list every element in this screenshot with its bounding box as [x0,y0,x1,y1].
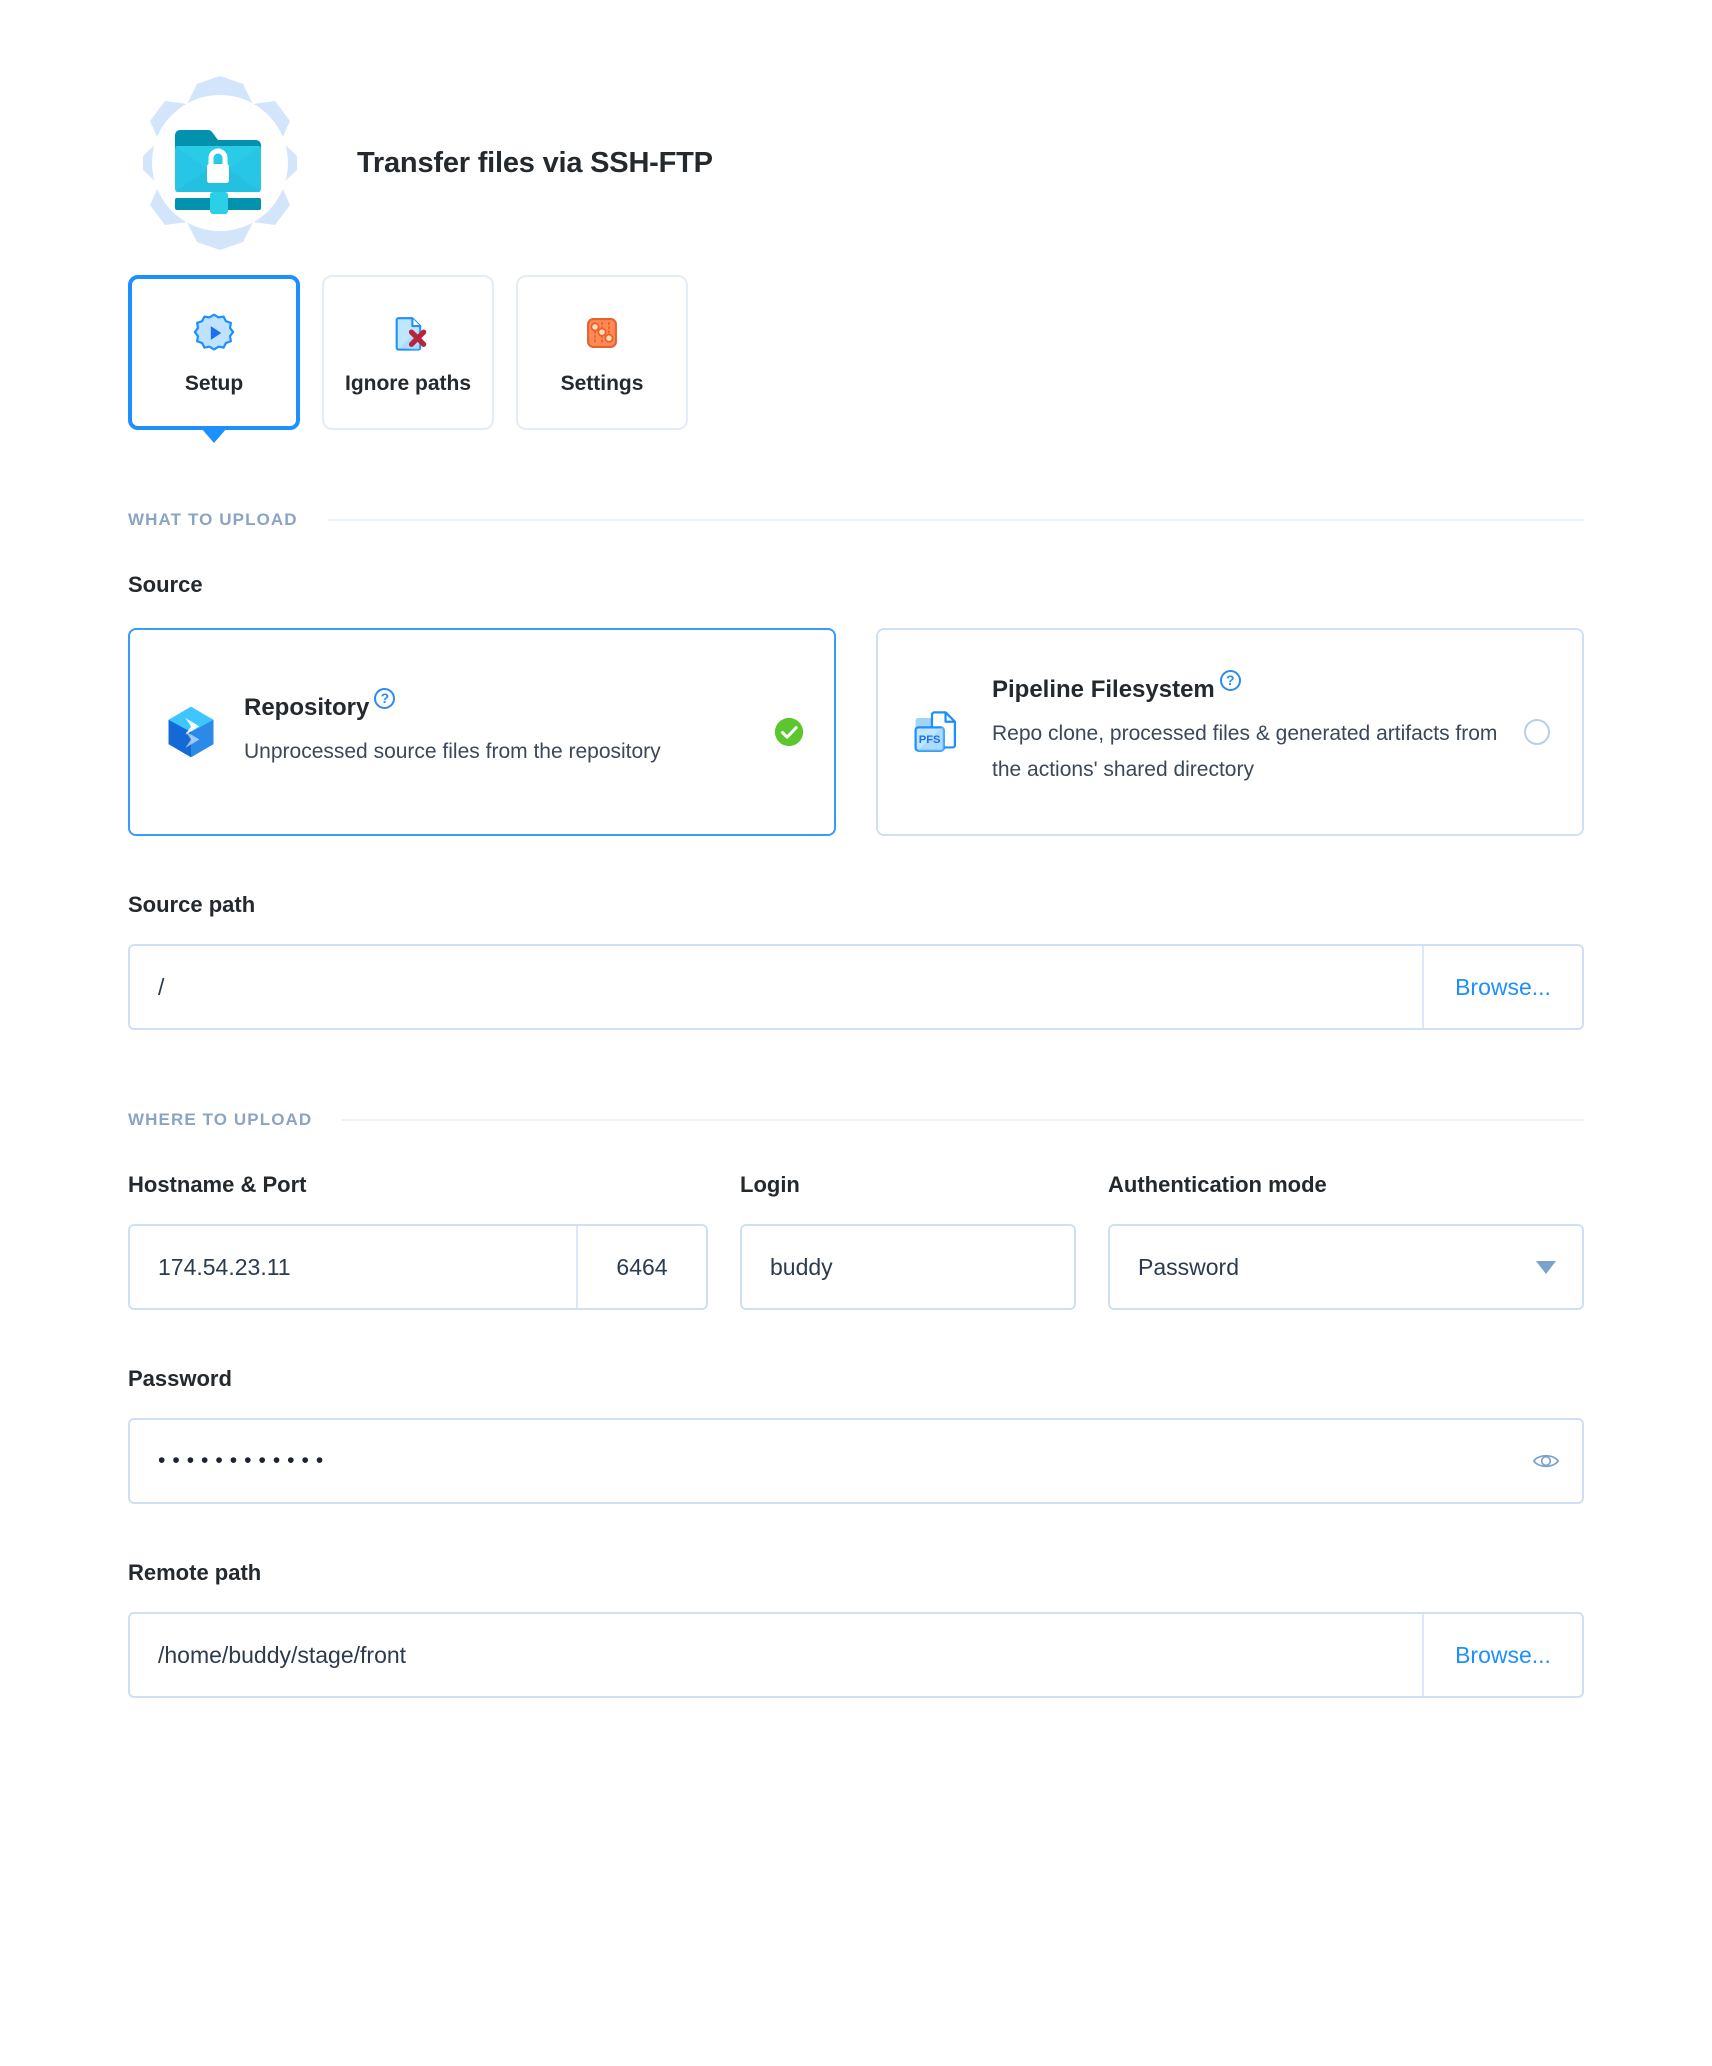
connection-labels-row: Hostname & Port Login Authentication mod… [0,1172,1712,1198]
auth-mode-group: Password [1108,1224,1584,1310]
login-group: buddy [740,1224,1076,1310]
login-label: Login [740,1172,1076,1198]
remote-path-input-group: /home/buddy/stage/front Browse... [128,1612,1584,1698]
green-check-icon [772,716,806,748]
source-label: Source [0,572,1712,598]
remote-path-browse-button[interactable]: Browse... [1422,1614,1582,1696]
action-config-page: Transfer files via SSH-FTP Setup [0,0,1712,2066]
tab-ignore-paths-label: Ignore paths [345,372,471,396]
source-path-input-group: / Browse... [128,944,1584,1030]
source-option-pipeline-filesystem-description: Repo clone, processed files & generated … [992,722,1497,781]
play-badge-icon [191,310,237,356]
page-title: Transfer files via SSH-FTP [357,147,713,180]
auth-mode-value: Password [1138,1254,1536,1281]
tab-setup[interactable]: Setup [128,275,300,430]
ssh-ftp-folder-lock-gear-icon [125,68,315,258]
source-option-pipeline-filesystem[interactable]: PFS Pipeline Filesystem ? Repo clone, pr… [876,628,1584,836]
source-option-pipeline-filesystem-title: Pipeline Filesystem [992,676,1215,704]
pfs-folder-icon: PFS [908,701,970,763]
file-remove-icon [385,310,431,356]
login-input[interactable]: buddy [742,1226,1074,1308]
tab-setup-label: Setup [185,372,243,396]
source-path-label: Source path [0,892,1712,918]
password-label: Password [0,1366,1712,1392]
source-path-input[interactable]: / [130,946,1422,1028]
source-option-repository-title: Repository [244,694,369,722]
remote-path-row: /home/buddy/stage/front Browse... [0,1612,1712,1698]
login-input-group: buddy [740,1224,1076,1310]
section-what-to-upload: WHAT TO UPLOAD [0,510,1712,530]
source-option-pipeline-filesystem-body: Pipeline Filesystem ? Repo clone, proces… [992,676,1520,788]
password-input[interactable]: •••••••••••• [130,1420,1510,1502]
source-option-repository-body: Repository ? Unprocessed source files fr… [244,694,772,770]
source-path-row: / Browse... [0,944,1712,1030]
connection-fields-row: 174.54.23.11 6464 buddy Password [0,1224,1712,1310]
tab-settings-label: Settings [561,372,644,396]
remote-path-label: Remote path [0,1560,1712,1586]
auth-mode-label: Authentication mode [1108,1172,1584,1198]
password-row: •••••••••••• [0,1418,1712,1504]
svg-text:PFS: PFS [919,734,941,746]
section-divider [342,1119,1584,1121]
hostname-port-label: Hostname & Port [128,1172,708,1198]
source-option-repository-description: Unprocessed source files from the reposi… [244,740,661,763]
eye-icon[interactable] [1510,1420,1582,1502]
help-icon[interactable]: ? [374,688,395,709]
tab-ignore-paths[interactable]: Ignore paths [322,275,494,430]
source-path-browse-button[interactable]: Browse... [1422,946,1582,1028]
section-where-to-upload: WHERE TO UPLOAD [0,1110,1712,1130]
hostname-port-input-group: 174.54.23.11 6464 [128,1224,708,1310]
repository-gem-icon [160,701,222,763]
password-input-group: •••••••••••• [128,1418,1584,1504]
source-option-group: Repository ? Unprocessed source files fr… [0,628,1712,836]
remote-path-input[interactable]: /home/buddy/stage/front [130,1614,1422,1696]
port-input[interactable]: 6464 [576,1226,706,1308]
chevron-down-icon [1536,1261,1556,1274]
auth-mode-select[interactable]: Password [1108,1224,1584,1310]
help-icon[interactable]: ? [1220,670,1241,691]
page-header: Transfer files via SSH-FTP [0,0,1712,230]
hostname-input[interactable]: 174.54.23.11 [130,1226,576,1308]
section-divider [328,519,1584,521]
source-option-repository[interactable]: Repository ? Unprocessed source files fr… [128,628,836,836]
radio-circle [1524,719,1550,745]
tab-settings[interactable]: Settings [516,275,688,430]
sliders-icon [579,310,625,356]
section-where-to-upload-label: WHERE TO UPLOAD [128,1110,312,1130]
radio-unselected-icon[interactable] [1520,719,1554,745]
hostname-port-group: 174.54.23.11 6464 [128,1224,708,1310]
tab-bar: Setup Ignore paths [0,275,1712,430]
section-what-to-upload-label: WHAT TO UPLOAD [128,510,298,530]
